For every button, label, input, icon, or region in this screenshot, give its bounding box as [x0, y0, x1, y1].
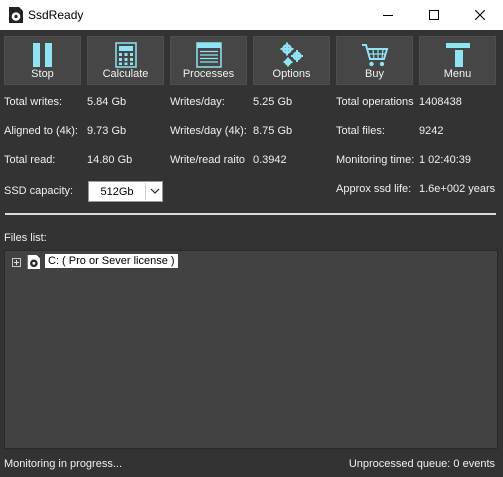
total-operations-label: Total operations [336, 96, 414, 108]
stop-button[interactable]: Stop [4, 36, 81, 85]
drive-icon [27, 255, 40, 269]
ssd-capacity-value: 512Gb [100, 186, 134, 198]
total-writes-value: 5.84 Gb [87, 96, 127, 108]
list-window-icon [195, 42, 222, 68]
total-read-value: 14.80 Gb [87, 154, 133, 166]
divider [5, 213, 496, 215]
ssd-capacity-select[interactable]: 512Gb [88, 181, 163, 202]
maximize-icon [429, 10, 439, 20]
total-read-label: Total read: [4, 154, 56, 166]
close-icon [475, 10, 485, 20]
chevron-down-icon [150, 188, 160, 194]
select-separator [145, 183, 146, 200]
menu-button[interactable]: Menu [419, 36, 496, 85]
files-tree[interactable]: C: ( Pro or Sever license ) [4, 250, 498, 449]
total-files-label: Total files: [336, 125, 385, 137]
options-button-label: Options [272, 68, 311, 80]
monitoring-time-value: 1 02:40:39 [419, 154, 471, 166]
expand-toggle[interactable] [12, 258, 21, 267]
app-logo-icon [9, 7, 23, 23]
pause-icon [32, 43, 52, 67]
files-list-label: Files list: [4, 232, 47, 244]
queue-status: Unprocessed queue: 0 events [348, 458, 495, 470]
processes-button-label: Processes [182, 68, 235, 80]
toolbar: Stop Calculate Processes Options Buy Men… [0, 36, 503, 86]
close-button[interactable] [457, 0, 503, 30]
status-text: Monitoring in progress... [4, 458, 122, 470]
total-operations-value: 1408438 [419, 96, 462, 108]
writes-day-label: Writes/day: [170, 96, 225, 108]
menu-button-label: Menu [443, 68, 472, 80]
title-bar: SsdReady [0, 0, 503, 30]
options-button[interactable]: Options [253, 36, 330, 85]
writes-day-4k-value: 8.75 Gb [253, 125, 293, 137]
write-read-ratio-label: Write/read raito [170, 154, 245, 166]
total-writes-label: Total writes: [4, 96, 63, 108]
minimize-button[interactable] [365, 0, 411, 30]
tree-item-drive-c[interactable]: C: ( Pro or Sever license ) [45, 254, 178, 268]
menu-icon [445, 43, 470, 67]
total-files-value: 9242 [419, 125, 444, 137]
gears-icon [280, 42, 303, 67]
writes-day-4k-label: Writes/day (4k): [170, 125, 247, 137]
writes-day-value: 5.25 Gb [253, 96, 293, 108]
ssd-life-value: 1.6e+002 years [419, 183, 496, 195]
maximize-button[interactable] [411, 0, 457, 30]
stop-button-label: Stop [31, 68, 54, 80]
buy-button[interactable]: Buy [336, 36, 413, 85]
write-read-ratio-value: 0.3942 [253, 154, 287, 166]
minimize-icon [383, 15, 393, 16]
buy-button-label: Buy [365, 68, 384, 80]
ssd-capacity-label: SSD capacity: [4, 185, 74, 197]
calculate-button-label: Calculate [102, 68, 149, 80]
calculate-button[interactable]: Calculate [87, 36, 164, 85]
shopping-cart-icon [361, 44, 388, 67]
aligned-label: Aligned to (4k): [4, 125, 78, 137]
window-title: SsdReady [28, 8, 84, 22]
plus-icon [14, 260, 19, 265]
processes-button[interactable]: Processes [170, 36, 247, 85]
aligned-value: 9.73 Gb [87, 125, 127, 137]
ssd-life-label: Approx ssd life: [336, 183, 412, 195]
monitoring-time-label: Monitoring time: [336, 154, 415, 166]
calculator-icon [114, 42, 137, 68]
